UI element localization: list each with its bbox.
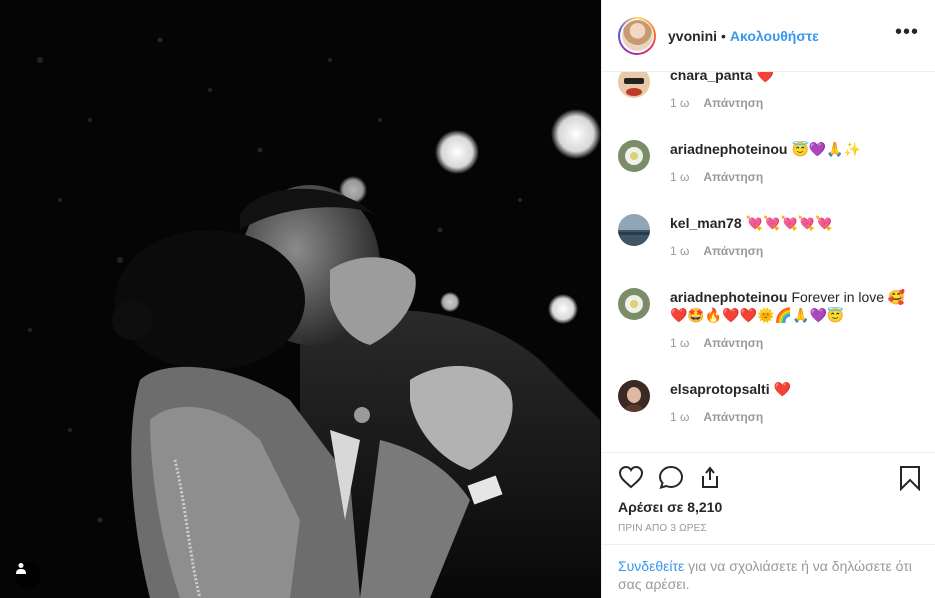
owner-username[interactable]: yvonini [668, 28, 717, 44]
header-separator: • [721, 27, 726, 44]
share-icon[interactable] [698, 465, 722, 494]
login-prompt: Συνδεθείτε για να σχολιάσετε ή να δηλώσε… [602, 544, 935, 598]
commenter-avatar[interactable] [618, 72, 650, 98]
comment-time[interactable]: 1 ω [670, 170, 689, 184]
reply-button[interactable]: Απάντηση [703, 336, 763, 350]
post-photo[interactable] [0, 0, 601, 598]
reply-button[interactable]: Απάντηση [703, 410, 763, 424]
tagged-user-icon[interactable] [15, 562, 41, 588]
heart-outline-icon[interactable] [618, 465, 644, 494]
likes-count[interactable]: Αρέσει σε 8,210 [618, 499, 722, 515]
comment-username[interactable]: ariadnephoteinou [670, 289, 787, 305]
comment-username[interactable]: ariadnephoteinou [670, 141, 787, 157]
commenter-avatar[interactable] [618, 214, 650, 246]
post-side-panel: yvonini • Ακολουθήστε ••• chara_panta ❤️ … [601, 0, 935, 598]
commenter-avatar[interactable] [618, 288, 650, 320]
commenter-avatar[interactable] [618, 380, 650, 412]
post-actions-bar [602, 452, 935, 499]
comment-text: 😇💜🙏✨ [791, 141, 862, 157]
more-options-icon[interactable]: ••• [895, 22, 919, 42]
comment-username[interactable]: kel_man78 [670, 215, 742, 231]
comments-list[interactable]: chara_panta ❤️ 1 ω Απάντηση ariadnephotein… [602, 72, 935, 452]
comment-time[interactable]: 1 ω [670, 96, 689, 110]
comment-bubble-icon[interactable] [658, 465, 684, 494]
post-timestamp[interactable]: ΠΡΙΝ ΑΠΟ 3 ΩΡΕΣ [618, 523, 707, 534]
reply-button[interactable]: Απάντηση [703, 96, 763, 110]
comment-username[interactable]: chara_panta [670, 72, 752, 83]
photo-image [0, 0, 601, 598]
bookmark-icon[interactable] [899, 465, 921, 496]
comment-text: 💘💘💘💘💘 [745, 215, 833, 231]
owner-avatar[interactable] [618, 16, 656, 55]
commenter-avatar[interactable] [618, 140, 650, 172]
follow-button[interactable]: Ακολουθήστε [730, 28, 819, 44]
post-header: yvonini • Ακολουθήστε ••• [602, 0, 935, 72]
comment-time[interactable]: 1 ω [670, 410, 689, 424]
comment-time[interactable]: 1 ω [670, 336, 689, 350]
login-link[interactable]: Συνδεθείτε [618, 558, 684, 574]
comment-text: ❤️ [756, 72, 774, 83]
reply-button[interactable]: Απάντηση [703, 170, 763, 184]
comment-time[interactable]: 1 ω [670, 244, 689, 258]
reply-button[interactable]: Απάντηση [703, 244, 763, 258]
comment-text: ❤️ [773, 381, 792, 397]
comment-username[interactable]: elsaprotopsalti [670, 381, 770, 397]
